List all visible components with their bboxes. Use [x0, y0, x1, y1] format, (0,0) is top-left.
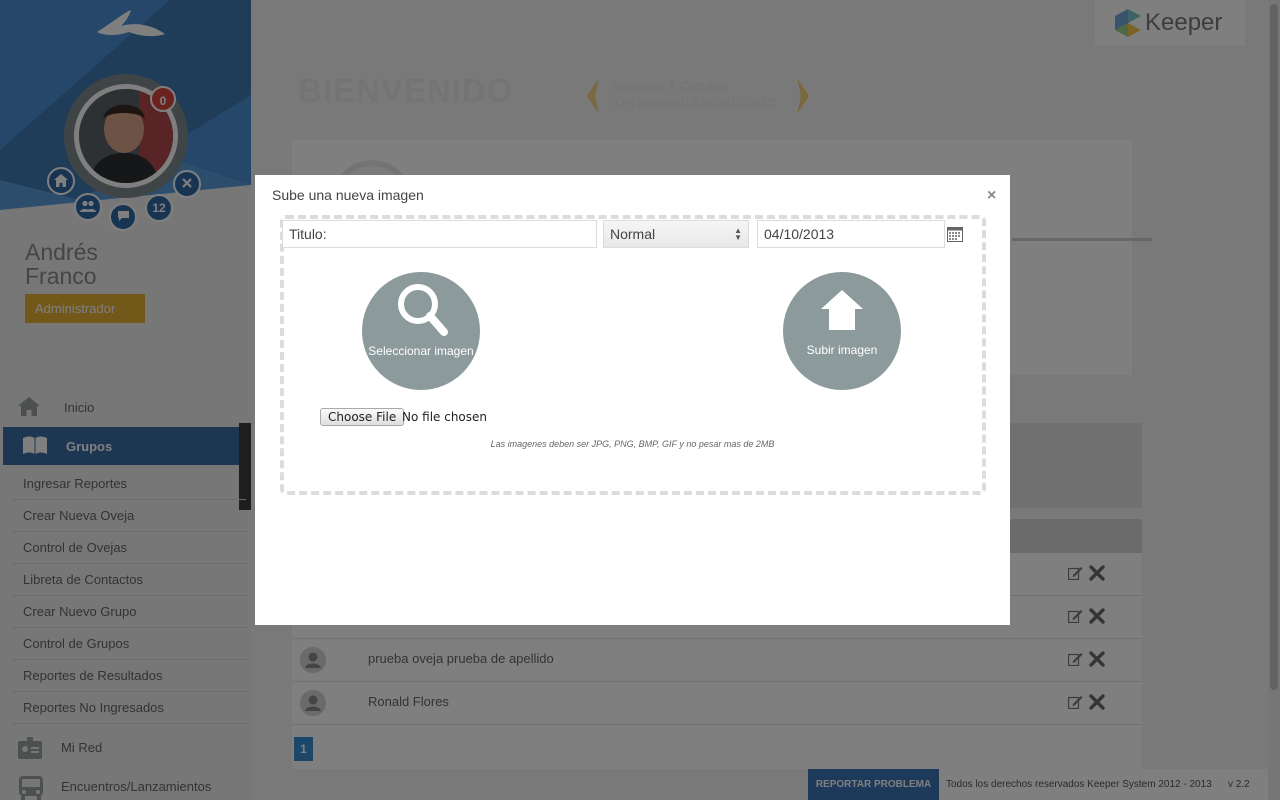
- calendar-icon[interactable]: [947, 226, 963, 242]
- title-input[interactable]: Titulo:: [282, 220, 597, 248]
- modal-title: Sube una nueva imagen: [272, 187, 424, 203]
- search-icon: [398, 284, 448, 336]
- upload-image-button[interactable]: Subir imagen: [783, 272, 901, 390]
- choose-file-button[interactable]: Choose File: [320, 408, 405, 426]
- image-type-select-value: Normal: [610, 226, 656, 242]
- file-status: No file chosen: [402, 410, 488, 424]
- select-image-button[interactable]: Seleccionar imagen: [362, 272, 480, 390]
- select-image-label: Seleccionar imagen: [368, 344, 474, 358]
- upload-image-label: Subir imagen: [806, 343, 878, 357]
- upload-hint: Las imagenes deben ser JPG, PNG, BMP, GI…: [490, 439, 775, 449]
- date-input[interactable]: 04/10/2013: [757, 220, 945, 248]
- image-type-select[interactable]: Normal ▲ ▼: [603, 220, 749, 248]
- select-arrows-icon: ▲ ▼: [734, 226, 742, 242]
- upload-home-icon: [821, 290, 863, 330]
- close-icon[interactable]: ×: [987, 187, 996, 205]
- upload-image-modal: Sube una nueva imagen × Titulo: Normal ▲…: [255, 175, 1010, 625]
